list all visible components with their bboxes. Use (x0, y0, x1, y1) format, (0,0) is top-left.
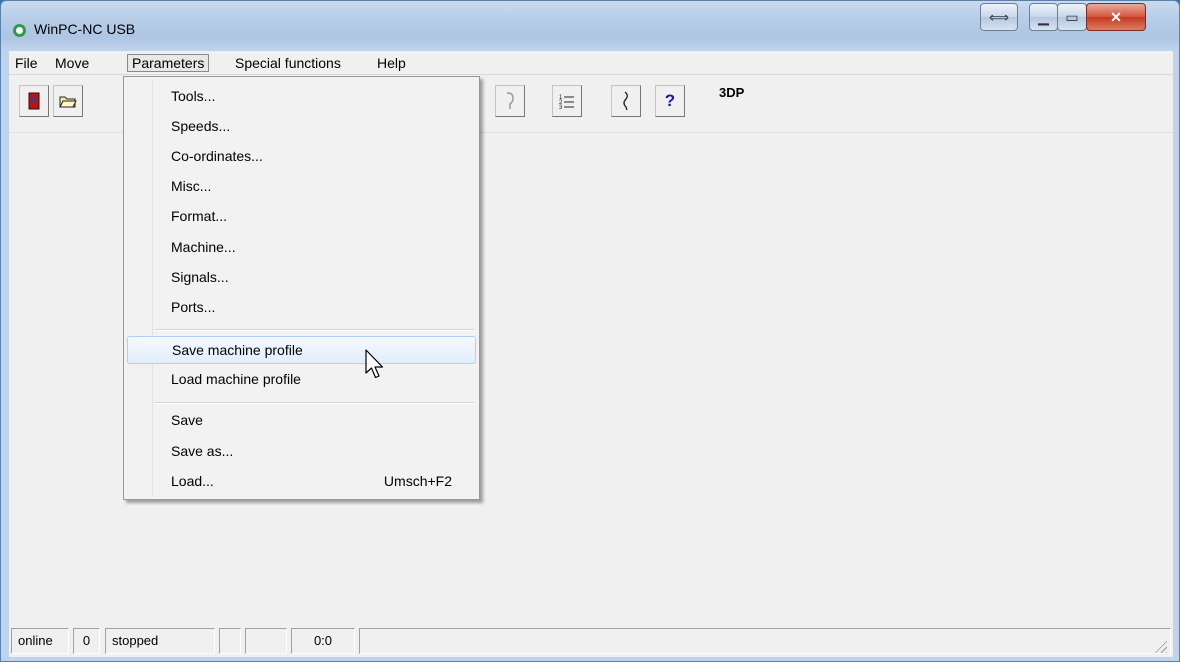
probe-icon (506, 92, 514, 109)
menu-parameters[interactable]: Parameters (127, 54, 210, 72)
menu-item-tools[interactable]: Tools... (127, 83, 476, 111)
menu-item-misc[interactable]: Misc... (127, 173, 476, 201)
menu-item-load-machine-profile[interactable]: Load machine profile (127, 366, 476, 394)
menu-item-speeds[interactable]: Speeds... (127, 113, 476, 141)
status-time: 0:0 (291, 628, 355, 654)
maximize-button[interactable]: ▭ (1057, 3, 1087, 31)
menu-bar: File Move Parameters Special functions H… (9, 51, 1173, 75)
status-cell-empty-1 (219, 628, 241, 654)
status-bar: online 0 stopped 0:0 (9, 623, 1173, 657)
list-button[interactable]: 1 2 3 (552, 85, 582, 117)
menu-file[interactable]: File (11, 54, 42, 72)
menu-item-label: Format... (171, 208, 228, 224)
menu-item-label: Misc... (171, 178, 212, 194)
menu-item-save[interactable]: Save (127, 407, 476, 435)
exit-button[interactable] (19, 85, 49, 117)
menu-item-label: Ports... (171, 299, 216, 315)
status-connection: online (11, 628, 69, 654)
status-state: stopped (105, 628, 215, 654)
close-button[interactable]: ✕ (1086, 3, 1146, 31)
menu-item-save-machine-profile[interactable]: Save machine profile (127, 336, 476, 364)
menu-item-label: Signals... (171, 269, 229, 285)
svg-text:3: 3 (559, 105, 563, 110)
menu-separator (154, 402, 474, 404)
mouse-pointer-icon (365, 349, 384, 379)
menu-item-coordinates[interactable]: Co-ordinates... (127, 143, 476, 171)
menu-item-label: Load machine profile (171, 371, 301, 387)
pen-button[interactable] (611, 85, 641, 117)
minimize-button[interactable]: ▁ (1029, 3, 1058, 31)
menu-item-shortcut: Umsch+F2 (383, 473, 452, 489)
menu-item-label: Save machine profile (172, 342, 303, 358)
status-counter: 0 (73, 628, 100, 654)
maximize-icon: ▭ (1065, 8, 1079, 25)
open-button[interactable] (53, 85, 83, 117)
menu-item-machine[interactable]: Machine... (127, 234, 476, 262)
menu-help[interactable]: Help (373, 54, 410, 72)
list-icon: 1 2 3 (559, 95, 574, 110)
menu-separator (154, 329, 474, 331)
status-message (359, 628, 1171, 654)
menu-item-signals[interactable]: Signals... (127, 264, 476, 292)
menu-item-label: Speeds... (171, 118, 231, 134)
exit-door-icon (28, 92, 40, 110)
menu-special-functions[interactable]: Special functions (231, 54, 345, 72)
restore-arrows-icon: ⟺ (988, 8, 1010, 25)
menu-item-label: Save as... (171, 443, 234, 459)
menu-move[interactable]: Move (51, 54, 93, 72)
close-icon: ✕ (1110, 8, 1122, 25)
app-logo-icon (13, 24, 26, 37)
pen-icon (623, 91, 628, 111)
probe-button[interactable] (495, 85, 525, 117)
menu-item-load[interactable]: Load... Umsch+F2 (127, 468, 476, 496)
menu-item-label: Load... (171, 473, 214, 489)
restore-arrows-button[interactable]: ⟺ (980, 3, 1018, 31)
menu-item-label: Save (171, 412, 203, 428)
menu-item-ports[interactable]: Ports... (127, 294, 476, 322)
menu-item-label: Tools... (171, 88, 216, 104)
help-icon: ? (664, 91, 676, 110)
window-title: WinPC-NC USB (34, 21, 136, 37)
open-folder-icon (59, 96, 77, 108)
menu-item-format[interactable]: Format... (127, 203, 476, 231)
status-cell-empty-2 (245, 628, 287, 654)
menu-item-save-as[interactable]: Save as... (127, 438, 476, 466)
parameters-dropdown: Tools... Speeds... Co-ordinates... Misc.… (123, 76, 480, 500)
toolbar-label: 3DP (719, 85, 745, 100)
title-bar[interactable]: WinPC-NC USB ⟺ ▁ ▭ ✕ (1, 1, 1179, 49)
help-button[interactable]: ? (655, 85, 685, 117)
menu-item-label: Co-ordinates... (171, 148, 263, 164)
menu-item-label: Machine... (171, 239, 236, 255)
minimize-icon: ▁ (1038, 8, 1049, 25)
